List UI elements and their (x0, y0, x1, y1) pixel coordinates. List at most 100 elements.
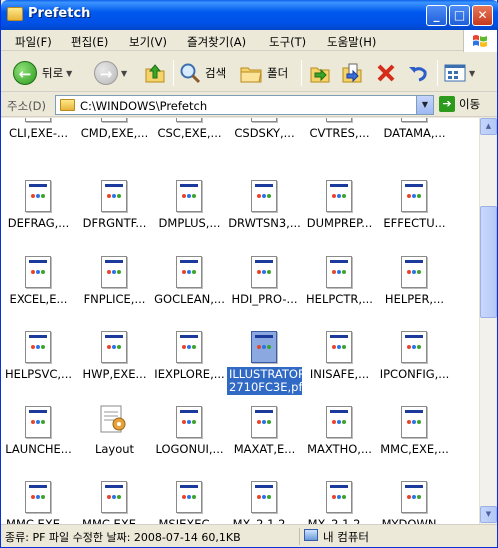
file-name: EXCEL,E... (9, 292, 68, 306)
file-name: DFRGNTF... (82, 216, 147, 230)
file-item[interactable]: CLI,EXE-... (1, 118, 76, 158)
file-item[interactable]: LOGONUI,... (152, 404, 227, 474)
file-item[interactable]: CMD,EXE,... (77, 118, 152, 158)
views-button[interactable]: ▼ (444, 60, 475, 86)
file-item[interactable]: MSIEXEC... (152, 479, 227, 524)
file-item[interactable]: GOCLEAN,... (152, 254, 227, 324)
file-item[interactable]: MMC,EXE,... (377, 404, 452, 474)
address-path: C:\WINDOWS\Prefetch (80, 99, 208, 113)
minimize-button[interactable]: _ (426, 5, 447, 26)
scroll-up-button[interactable]: ▲ (480, 118, 497, 135)
file-item[interactable]: MX_2.1.2... (302, 479, 377, 524)
pf-file-icon (401, 331, 427, 363)
menu-view[interactable]: 보기(V) (129, 34, 167, 50)
close-button[interactable]: ✕ (472, 5, 493, 26)
file-item[interactable]: DUMPREP... (302, 178, 377, 248)
folder-up-button[interactable] (143, 60, 167, 86)
vertical-scrollbar[interactable]: ▲ ▼ (479, 118, 497, 524)
file-name: CLI,EXE-... (8, 126, 68, 140)
file-item[interactable]: CVTRES,... (302, 118, 377, 158)
file-item[interactable]: CSC,EXE,... (152, 118, 227, 158)
address-dropdown-button[interactable]: ▼ (416, 96, 433, 114)
pf-file-icon (101, 118, 127, 122)
file-item[interactable]: MYDOWN... (377, 479, 452, 524)
chevron-down-icon[interactable]: ▼ (469, 69, 475, 78)
file-item[interactable]: HDI_PRO-... (227, 254, 302, 324)
file-name: CSC,EXE,... (157, 126, 222, 140)
file-item[interactable]: EFFECTU... (377, 178, 452, 248)
file-item[interactable]: INISAFE,... (302, 329, 377, 399)
move-to-icon (310, 67, 330, 83)
folders-icon (240, 67, 262, 83)
file-item[interactable]: MAXAT,E... (227, 404, 302, 474)
file-item[interactable]: CSDSKY,... (227, 118, 302, 158)
file-item[interactable]: MMC,EXE... (1, 479, 76, 524)
file-item[interactable]: DMPLUS,... (152, 178, 227, 248)
address-input[interactable]: C:\WINDOWS\Prefetch ▼ (55, 95, 434, 115)
pf-file-icon (176, 180, 202, 212)
file-item[interactable]: DRWTSN3,... (227, 178, 302, 248)
chevron-down-icon[interactable]: ▼ (121, 69, 127, 78)
file-list[interactable]: CLI,EXE-... CMD,EXE,... CSC,EXE,... CSDSKY,… (1, 118, 479, 524)
menu-help[interactable]: 도움말(H) (327, 34, 376, 50)
forward-button[interactable]: → ▼ (94, 60, 127, 86)
menu-file[interactable]: 파일(F) (15, 34, 52, 50)
pf-file-icon (176, 331, 202, 363)
move-to-button[interactable] (309, 60, 331, 86)
file-item[interactable]: HELPSVC,... (1, 329, 76, 399)
file-item[interactable]: FNPLICE,... (77, 254, 152, 324)
pf-file-icon (326, 406, 352, 438)
back-arrow-icon: ← (13, 61, 37, 85)
pf-file-icon (25, 118, 51, 122)
file-item[interactable]: MAXTHO,... (302, 404, 377, 474)
back-label: 뒤로 (42, 66, 64, 80)
file-item[interactable]: HWP,EXE... (77, 329, 152, 399)
file-name: EFFECTU... (383, 216, 446, 230)
maximize-button[interactable]: □ (449, 5, 470, 26)
go-button[interactable]: ➔ 이동 (439, 96, 480, 112)
status-location: 내 컴퓨터 (323, 530, 369, 544)
menu-favorites[interactable]: 즐겨찾기(A) (187, 34, 246, 50)
title-bar[interactable]: Prefetch _ □ ✕ (1, 0, 498, 30)
search-button[interactable]: 검색 (179, 60, 226, 86)
pf-file-icon (25, 331, 51, 363)
folder-icon (60, 99, 75, 111)
undo-button[interactable] (407, 60, 429, 86)
file-name: GOCLEAN,... (154, 292, 225, 306)
folder-icon (7, 7, 23, 21)
go-arrow-icon: ➔ (439, 96, 455, 112)
file-name: FNPLICE,... (83, 292, 146, 306)
explorer-window: Prefetch _ □ ✕ 파일(F) 편집(E) 보기(V) 즐겨찾기(A)… (0, 0, 498, 548)
file-item[interactable]: Layout (77, 404, 152, 474)
chevron-down-icon[interactable]: ▼ (66, 69, 72, 78)
folders-button[interactable]: 폴더 (239, 60, 288, 86)
file-item[interactable]: LAUNCHE... (1, 404, 76, 474)
scroll-thumb[interactable] (480, 206, 497, 318)
pf-file-icon (251, 256, 277, 288)
back-button[interactable]: ← 뒤로 ▼ (13, 60, 72, 86)
file-name: CSDSKY,... (234, 126, 295, 140)
file-item[interactable]: MMC,EXE... (77, 479, 152, 524)
pf-file-icon (251, 406, 277, 438)
file-item[interactable]: HELPCTR,... (302, 254, 377, 324)
menu-bar: 파일(F) 편집(E) 보기(V) 즐겨찾기(A) 도구(T) 도움말(H) (1, 30, 497, 51)
file-item[interactable]: IEXPLORE,... (152, 329, 227, 399)
file-item[interactable]: ILLUSTRATOR,EXE-2710FC3E,pf (227, 329, 302, 399)
file-item[interactable]: DFRGNTF... (77, 178, 152, 248)
file-item[interactable]: DEFRAG,... (1, 178, 76, 248)
menu-tools[interactable]: 도구(T) (269, 34, 306, 50)
scroll-down-button[interactable]: ▼ (480, 506, 497, 523)
file-item[interactable]: EXCEL,E... (1, 254, 76, 324)
delete-button[interactable] (375, 60, 397, 86)
file-item[interactable]: IPCONFIG,... (377, 329, 452, 399)
copy-to-icon (342, 63, 362, 83)
pf-file-icon (251, 481, 277, 513)
menu-edit[interactable]: 편집(E) (71, 34, 108, 50)
pf-file-icon (326, 118, 352, 122)
undo-icon (409, 67, 427, 82)
address-bar: 주소(D) C:\WINDOWS\Prefetch ▼ ➔ 이동 (1, 93, 497, 117)
file-item[interactable]: DATAMA,... (377, 118, 452, 158)
copy-to-button[interactable] (341, 60, 363, 86)
file-item[interactable]: HELPER,... (377, 254, 452, 324)
file-item[interactable]: MX_2.1.2... (227, 479, 302, 524)
